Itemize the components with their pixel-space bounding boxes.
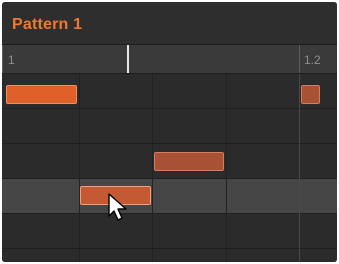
ruler-bar-1-tick bbox=[2, 45, 3, 73]
playhead[interactable] bbox=[127, 45, 129, 73]
grid-row[interactable] bbox=[2, 214, 337, 249]
ruler-bar-1-label: 1 bbox=[8, 53, 15, 67]
grid-divider bbox=[152, 74, 153, 262]
mouse-pointer-icon bbox=[108, 193, 127, 221]
grid-row[interactable] bbox=[2, 109, 337, 144]
pattern-title[interactable]: Pattern 1 bbox=[12, 16, 82, 34]
note-event[interactable] bbox=[301, 85, 320, 104]
note-event[interactable] bbox=[154, 152, 224, 171]
ruler-bar-1-2-tick bbox=[299, 45, 300, 73]
note-event[interactable] bbox=[6, 85, 77, 104]
grid-divider bbox=[226, 74, 227, 262]
grid-row-selected[interactable] bbox=[2, 179, 337, 214]
pattern-editor: Pattern 1 1 1.2 bbox=[2, 2, 337, 262]
grid-divider bbox=[79, 74, 80, 262]
pattern-header: Pattern 1 bbox=[2, 2, 337, 45]
grid-bar-divider bbox=[299, 74, 300, 262]
timeline-ruler[interactable]: 1 1.2 bbox=[2, 45, 337, 74]
ruler-bar-1-2-label: 1.2 bbox=[304, 53, 321, 67]
step-grid[interactable] bbox=[2, 74, 337, 262]
